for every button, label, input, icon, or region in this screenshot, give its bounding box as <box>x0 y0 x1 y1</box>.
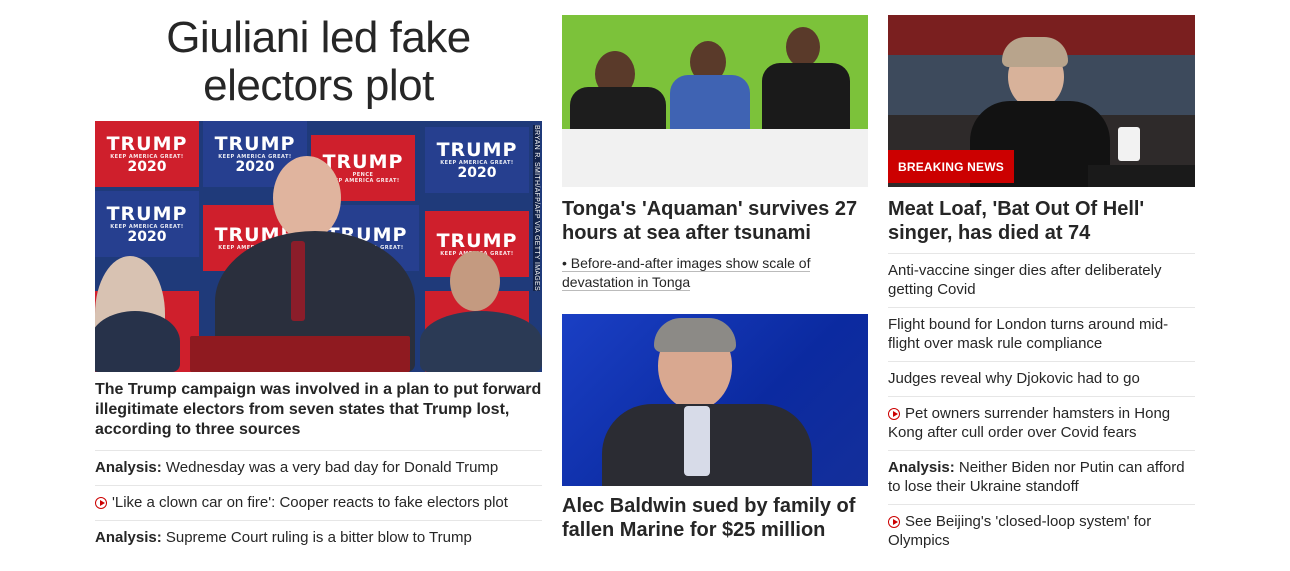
list-item-text: Anti-vaccine singer dies after deliberat… <box>888 262 1162 298</box>
list-item-text: Wednesday was a very bad day for Donald … <box>161 459 499 476</box>
poster: TRUMP KEEP AMERICA GREAT! 2020 <box>95 191 199 257</box>
table-surface <box>562 129 868 187</box>
lead-headline[interactable]: Giuliani led fake electors plot <box>95 14 542 110</box>
lead-headline-line1: Giuliani led fake <box>166 13 471 62</box>
list-item-text: Pet owners surrender hamsters in Hong Ko… <box>888 405 1171 441</box>
breaking-news-badge: BREAKING NEWS <box>888 150 1014 183</box>
person-figure <box>450 251 500 311</box>
analysis-label: Analysis: <box>888 459 955 476</box>
person-figure <box>654 318 736 352</box>
person-figure <box>786 27 820 67</box>
list-item-text: Flight bound for London turns around mid… <box>888 316 1169 352</box>
person-figure <box>762 63 850 131</box>
right-column: BREAKING NEWS Meat Loaf, 'Bat Out Of Hel… <box>888 0 1195 558</box>
meatloaf-story-title[interactable]: Meat Loaf, 'Bat Out Of Hell' singer, has… <box>888 197 1195 245</box>
person-figure <box>1002 37 1068 67</box>
person-figure <box>95 311 180 372</box>
person-figure <box>670 75 750 135</box>
baldwin-story-image[interactable] <box>562 314 868 486</box>
list-item[interactable]: 'Like a clown car on fire': Cooper react… <box>95 485 542 520</box>
person-figure <box>291 241 305 321</box>
list-item[interactable]: Analysis: Supreme Court ruling is a bitt… <box>95 520 542 555</box>
poster: TRUMP KEEP AMERICA GREAT! 2020 <box>425 127 529 193</box>
list-item[interactable]: Pet owners surrender hamsters in Hong Ko… <box>888 396 1195 450</box>
list-item[interactable]: Judges reveal why Djokovic had to go <box>888 361 1195 396</box>
list-item-text: See Beijing's 'closed-loop system' for O… <box>888 513 1152 549</box>
analysis-label: Analysis: <box>95 459 162 476</box>
video-play-icon <box>888 408 900 420</box>
person-figure <box>684 406 710 476</box>
related-links-list: Analysis: Wednesday was a very bad day f… <box>95 450 542 555</box>
tonga-story-title[interactable]: Tonga's 'Aquaman' survives 27 hours at s… <box>562 197 868 245</box>
video-play-icon <box>95 497 107 509</box>
lead-story-image[interactable]: TRUMP KEEP AMERICA GREAT! 2020 TRUMP KEEP A… <box>95 121 542 372</box>
tonga-related-link[interactable]: • Before-and-after images show scale of … <box>562 254 868 292</box>
person-figure <box>420 311 542 372</box>
analysis-label: Analysis: <box>95 529 162 546</box>
video-play-icon <box>888 516 900 528</box>
list-item[interactable]: See Beijing's 'closed-loop system' for O… <box>888 504 1195 558</box>
cup-prop <box>1118 127 1140 161</box>
person-figure <box>190 336 410 372</box>
list-item[interactable]: Analysis: Neither Biden nor Putin can af… <box>888 450 1195 504</box>
person-figure <box>273 156 341 240</box>
list-item[interactable]: Anti-vaccine singer dies after deliberat… <box>888 253 1195 307</box>
list-item[interactable]: Analysis: Wednesday was a very bad day f… <box>95 450 542 485</box>
related-links-list: Anti-vaccine singer dies after deliberat… <box>888 253 1195 558</box>
middle-column: Tonga's 'Aquaman' survives 27 hours at s… <box>562 0 868 542</box>
tonga-related-link-text: • Before-and-after images show scale of … <box>562 255 811 291</box>
poster: TRUMP KEEP AMERICA GREAT! 2020 <box>95 121 199 187</box>
desk-prop <box>1088 165 1195 187</box>
lead-story-summary[interactable]: The Trump campaign was involved in a pla… <box>95 380 542 440</box>
list-item-text: Judges reveal why Djokovic had to go <box>888 370 1140 387</box>
lead-headline-line2: electors plot <box>203 61 434 110</box>
list-item-text: Supreme Court ruling is a bitter blow to… <box>161 529 472 546</box>
tonga-story-image[interactable] <box>562 15 868 187</box>
image-credit: BRYAN R. SMITH/AFP/AFP VIA GETTY IMAGES <box>533 125 540 291</box>
baldwin-story-title[interactable]: Alec Baldwin sued by family of fallen Ma… <box>562 494 868 542</box>
meatloaf-story-image[interactable]: BREAKING NEWS <box>888 15 1195 187</box>
lead-story-column: Giuliani led fake electors plot TRUMP KEE… <box>95 0 542 555</box>
list-item-text: 'Like a clown car on fire': Cooper react… <box>112 494 508 511</box>
list-item[interactable]: Flight bound for London turns around mid… <box>888 307 1195 361</box>
